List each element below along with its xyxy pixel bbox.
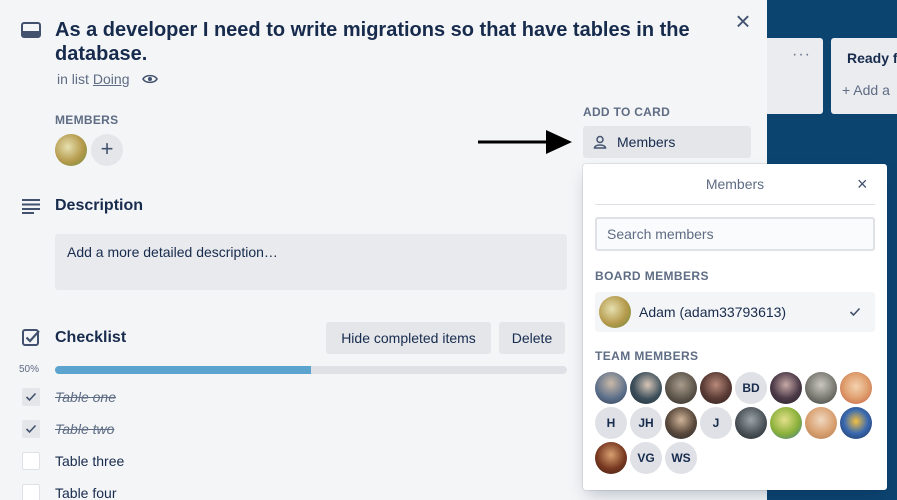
avatar[interactable] (595, 372, 627, 404)
avatar[interactable]: WS (665, 442, 697, 474)
progress-percent: 50% (19, 364, 40, 375)
list-link[interactable]: Doing (93, 71, 130, 87)
checkbox[interactable] (22, 484, 40, 500)
description-icon (22, 199, 40, 214)
avatar[interactable] (770, 372, 802, 404)
avatar[interactable] (840, 372, 872, 404)
avatar[interactable] (665, 407, 697, 439)
member-name: Adam (adam33793613) (639, 304, 787, 320)
checklist-item-label[interactable]: Table two (55, 421, 114, 437)
board-list-ready: Ready f + Add a (831, 38, 897, 114)
checklist-item[interactable]: Table three (0, 452, 580, 480)
check-icon (25, 392, 37, 402)
close-icon[interactable]: × (731, 8, 755, 34)
close-icon[interactable]: × (857, 174, 868, 195)
checklist-item[interactable]: Table two (0, 420, 580, 448)
description-title: Description (55, 197, 144, 214)
description-input[interactable]: Add a more detailed description… (55, 234, 567, 290)
avatar[interactable]: BD (735, 372, 767, 404)
avatar[interactable] (55, 134, 87, 166)
avatar[interactable]: VG (630, 442, 662, 474)
members-button[interactable]: Members (583, 126, 751, 158)
delete-checklist-button[interactable]: Delete (499, 322, 565, 354)
avatar[interactable] (595, 442, 627, 474)
add-card-button[interactable]: + Add a (842, 82, 897, 98)
arrow-annotation (478, 130, 572, 154)
checklist-item[interactable]: Table four (0, 484, 580, 500)
card-list-info: in list Doing (57, 71, 158, 87)
check-icon (25, 424, 37, 434)
avatar[interactable] (665, 372, 697, 404)
checkbox[interactable] (22, 452, 40, 470)
members-button-label: Members (617, 134, 676, 150)
search-members-input[interactable] (595, 217, 875, 251)
checklist-item-label[interactable]: Table four (55, 485, 116, 500)
checkbox[interactable] (22, 388, 40, 406)
avatar[interactable] (770, 407, 802, 439)
user-icon (593, 135, 607, 149)
avatar[interactable] (700, 372, 732, 404)
avatar[interactable] (805, 407, 837, 439)
checklist-item-label[interactable]: Table three (55, 453, 124, 469)
checkbox[interactable] (22, 420, 40, 438)
progress-fill (55, 366, 311, 374)
members-label: MEMBERS (55, 113, 119, 127)
members-popover: Members × BOARD MEMBERS Adam (adam337936… (583, 164, 887, 490)
board-list-doing: ··· (767, 38, 823, 114)
add-member-button[interactable]: + (91, 134, 123, 166)
board-member-item[interactable]: Adam (adam33793613) (595, 292, 875, 332)
card-icon (21, 22, 41, 38)
team-members-label: TEAM MEMBERS (595, 349, 699, 363)
hide-completed-button[interactable]: Hide completed items (326, 322, 491, 354)
check-icon (849, 307, 861, 317)
avatar[interactable]: J (700, 407, 732, 439)
checklist-title[interactable]: Checklist (55, 329, 126, 347)
avatar[interactable]: JH (630, 407, 662, 439)
avatar[interactable] (840, 407, 872, 439)
checklist-icon (22, 329, 40, 346)
list-title[interactable]: Ready f (847, 50, 897, 66)
board-members-label: BOARD MEMBERS (595, 269, 709, 283)
avatar[interactable]: H (595, 407, 627, 439)
in-list-label: in list (57, 71, 89, 87)
avatar[interactable] (630, 372, 662, 404)
card-title[interactable]: As a developer I need to write migration… (55, 18, 695, 66)
avatar (599, 296, 631, 328)
divider (595, 204, 875, 205)
popover-title: Members (705, 176, 765, 192)
avatar[interactable] (805, 372, 837, 404)
checklist-item[interactable]: Table one (0, 388, 580, 416)
add-to-card-label: ADD TO CARD (583, 105, 671, 119)
checklist-progress-bar (55, 366, 567, 374)
eye-icon[interactable] (141, 73, 158, 85)
avatar[interactable] (735, 407, 767, 439)
checklist-item-label[interactable]: Table one (55, 389, 116, 405)
list-menu-icon[interactable]: ··· (792, 46, 811, 64)
